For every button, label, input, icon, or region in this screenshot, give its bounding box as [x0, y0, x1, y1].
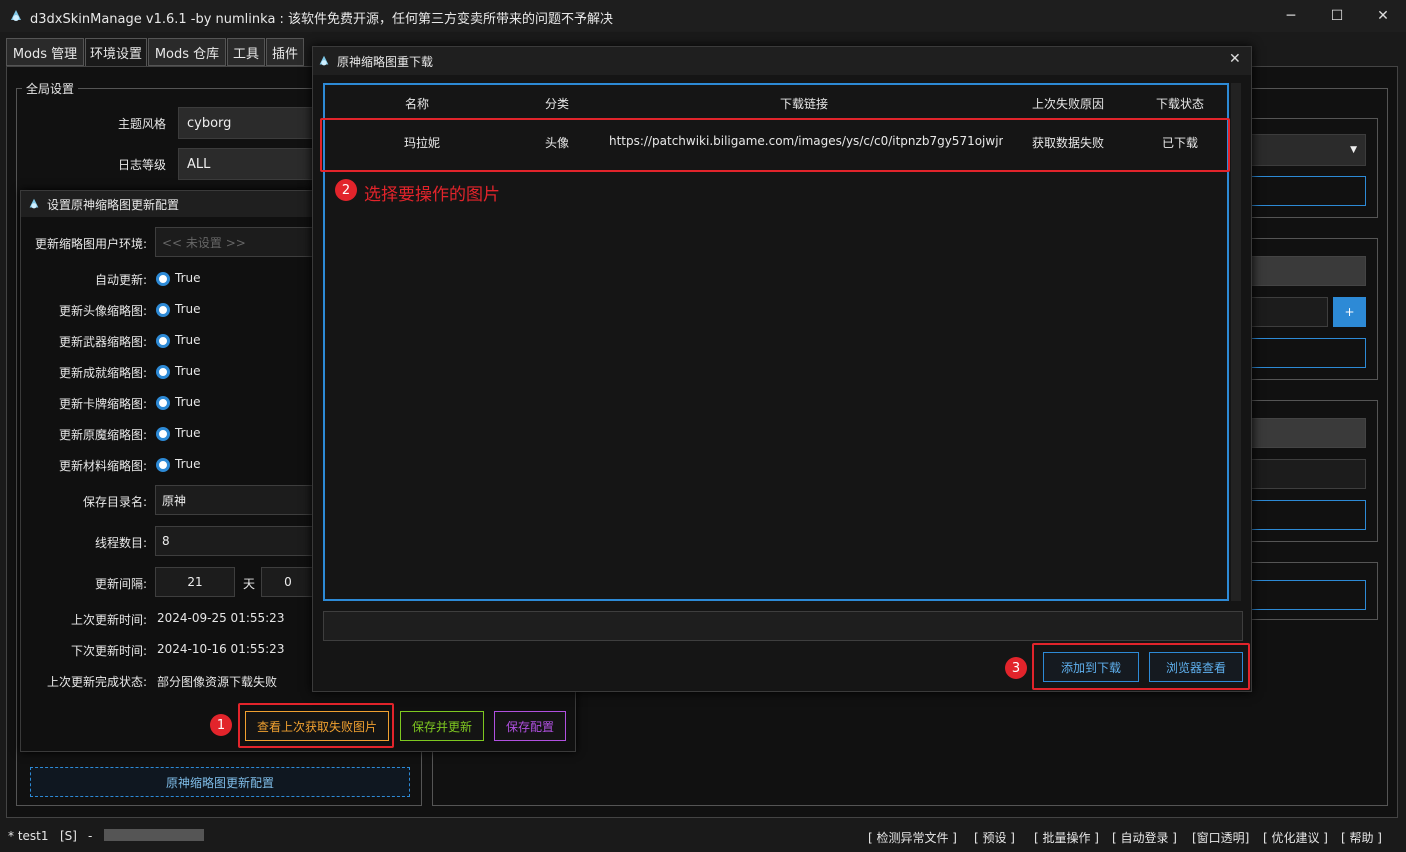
interval-label: 更新间隔: — [94, 577, 147, 591]
radio-label-material: 更新材料缩略图: — [58, 459, 147, 473]
radio-weapon[interactable] — [156, 334, 170, 348]
right-input-6[interactable] — [1246, 580, 1366, 610]
interval-hours-input[interactable]: 0 — [261, 567, 315, 597]
right-input-2[interactable] — [1246, 297, 1328, 327]
log-level-select[interactable]: ALL — [178, 148, 318, 180]
radio-material[interactable] — [156, 458, 170, 472]
radio-label-avatar: 更新头像缩略图: — [58, 304, 147, 318]
link-detect-abnormal[interactable]: [ 检测异常文件 ] — [868, 829, 957, 846]
maximize-button[interactable]: ☐ — [1314, 0, 1360, 32]
thumb-config-title: 设置原神缩略图更新配置 — [47, 198, 180, 212]
next-update-value: 2024-10-16 01:55:23 — [157, 642, 285, 656]
link-window-transparency[interactable]: [窗口透明] — [1192, 829, 1249, 846]
radio-label-weapon: 更新武器缩略图: — [58, 335, 147, 349]
add-button[interactable]: + — [1333, 297, 1366, 327]
right-input-3[interactable] — [1246, 338, 1366, 368]
annotation-badge-1: 1 — [210, 714, 232, 736]
annotation-badge-2: 2 — [335, 179, 357, 201]
right-input-4[interactable] — [1246, 459, 1366, 489]
mode-indicator: [S] — [60, 829, 77, 843]
app-logo-icon — [29, 198, 39, 209]
last-status-label: 上次更新完成状态: — [46, 675, 147, 689]
env-select[interactable]: << 未设置 >> — [155, 227, 315, 257]
link-help[interactable]: [ 帮助 ] — [1341, 829, 1382, 846]
right-input-1[interactable] — [1246, 176, 1366, 206]
col-header-url[interactable]: 下载链接 — [759, 95, 849, 112]
annotation-text-2: 选择要操作的图片 — [364, 185, 500, 205]
right-field-2 — [1246, 256, 1366, 286]
last-status-value: 部分图像资源下载失败 — [157, 675, 278, 689]
threads-label: 线程数目: — [94, 536, 147, 550]
radio-monster-value: True — [175, 426, 201, 440]
right-field-3 — [1246, 418, 1366, 448]
link-suggestions[interactable]: [ 优化建议 ] — [1263, 829, 1328, 846]
annotation-box-2 — [320, 118, 1230, 172]
radio-card-value: True — [175, 395, 201, 409]
radio-auto-value: True — [175, 271, 201, 285]
log-level-label: 日志等级 — [117, 158, 166, 172]
col-header-status[interactable]: 下载状态 — [1145, 95, 1215, 112]
tab-tools[interactable]: 工具 — [227, 38, 265, 66]
radio-weapon-value: True — [175, 333, 201, 347]
redownload-title: 原神缩略图重下载 — [337, 55, 434, 69]
title-bar: d3dxSkinManage v1.6.1 -by numlinka : 该软件… — [0, 0, 1406, 32]
tab-mods-repo[interactable]: Mods 仓库 — [148, 38, 226, 66]
window-title: d3dxSkinManage v1.6.1 -by numlinka : 该软件… — [30, 12, 614, 27]
radio-monster[interactable] — [156, 427, 170, 441]
minimize-button[interactable]: ─ — [1268, 0, 1314, 32]
save-and-update-button[interactable]: 保存并更新 — [400, 711, 484, 741]
col-header-reason[interactable]: 上次失败原因 — [1025, 95, 1111, 112]
close-dialog-button[interactable]: ✕ — [1229, 51, 1241, 67]
interval-days-input[interactable]: 21 — [155, 567, 235, 597]
right-input-5[interactable] — [1246, 500, 1366, 530]
radio-label-auto: 自动更新: — [94, 273, 147, 287]
redownload-titlebar: 原神缩略图重下载 ✕ — [313, 47, 1251, 75]
save-dir-input[interactable]: 原神 — [155, 485, 315, 515]
save-config-button[interactable]: 保存配置 — [494, 711, 566, 741]
table-scrollbar[interactable] — [1231, 83, 1241, 601]
radio-label-monster: 更新原魔缩略图: — [58, 428, 147, 442]
link-batch-ops[interactable]: [ 批量操作 ] — [1034, 829, 1099, 846]
col-header-name[interactable]: 名称 — [387, 95, 447, 112]
right-select-1[interactable]: ▼ — [1246, 134, 1366, 166]
env-label: 更新缩略图用户环境: — [34, 237, 147, 251]
tab-env-settings[interactable]: 环境设置 — [85, 38, 147, 66]
thumb-config-button[interactable]: 原神缩略图更新配置 — [30, 767, 410, 797]
current-user: * test1 — [8, 829, 49, 843]
annotation-badge-3: 3 — [1005, 657, 1027, 679]
col-header-category[interactable]: 分类 — [527, 95, 587, 112]
save-dir-label: 保存目录名: — [82, 495, 147, 509]
radio-avatar-value: True — [175, 302, 201, 316]
status-input[interactable] — [323, 611, 1243, 641]
tab-mods-manage[interactable]: Mods 管理 — [6, 38, 84, 66]
radio-card[interactable] — [156, 396, 170, 410]
radio-label-card: 更新卡牌缩略图: — [58, 397, 147, 411]
radio-achievement[interactable] — [156, 365, 170, 379]
day-unit-label: 天 — [243, 577, 256, 591]
radio-auto-update[interactable] — [156, 272, 170, 286]
link-auto-login[interactable]: [ 自动登录 ] — [1112, 829, 1177, 846]
theme-label: 主题风格 — [117, 117, 166, 131]
tab-plugins[interactable]: 插件 — [266, 38, 304, 66]
radio-material-value: True — [175, 457, 201, 471]
status-dash: - — [88, 829, 93, 843]
link-preset[interactable]: [ 预设 ] — [974, 829, 1015, 846]
chevron-down-icon: ▼ — [1350, 145, 1357, 155]
annotation-box-3 — [1032, 643, 1250, 690]
radio-achievement-value: True — [175, 364, 201, 378]
progress-bar — [104, 829, 204, 841]
last-update-value: 2024-09-25 01:55:23 — [157, 611, 285, 625]
app-logo-icon — [11, 10, 21, 21]
theme-select[interactable]: cyborg — [178, 107, 318, 139]
status-bar: * test1 [S] - [ 检测异常文件 ] [ 预设 ] [ 批量操作 ]… — [0, 822, 1406, 852]
radio-label-achievement: 更新成就缩略图: — [58, 366, 147, 380]
threads-input[interactable]: 8 — [155, 526, 315, 556]
annotation-box-1 — [238, 703, 394, 748]
global-settings-label: 全局设置 — [22, 80, 79, 97]
app-logo-icon — [319, 55, 329, 66]
last-update-label: 上次更新时间: — [70, 613, 147, 627]
next-update-label: 下次更新时间: — [70, 644, 147, 658]
radio-avatar[interactable] — [156, 303, 170, 317]
close-window-button[interactable]: ✕ — [1360, 0, 1406, 32]
